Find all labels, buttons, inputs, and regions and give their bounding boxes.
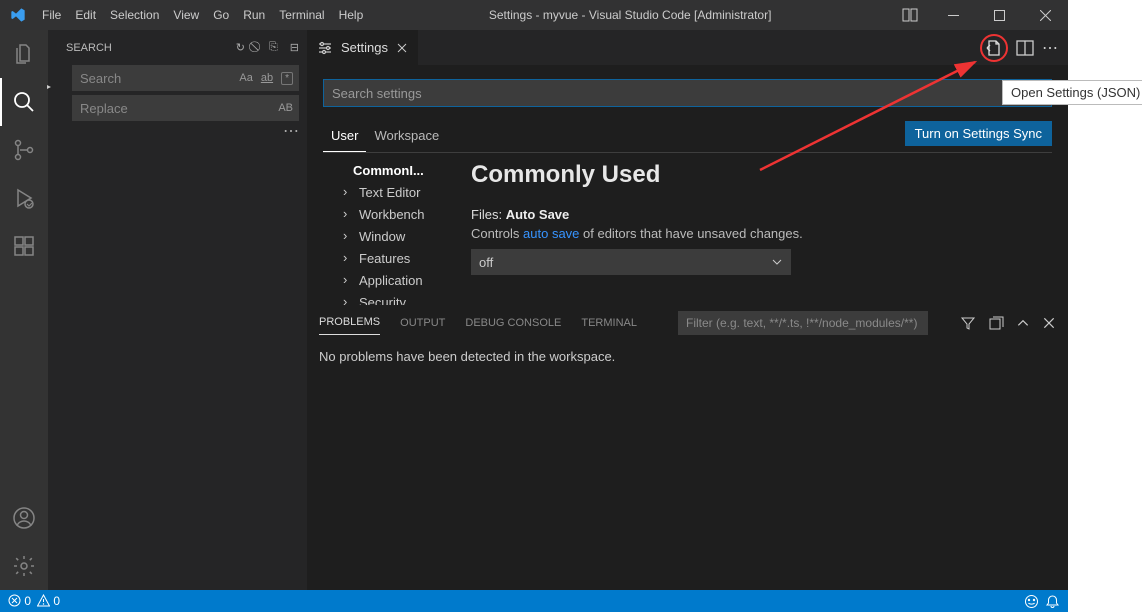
feedback-icon[interactable]	[1024, 594, 1039, 609]
menu-run[interactable]: Run	[236, 0, 272, 30]
settings-gear-icon[interactable]	[0, 542, 48, 590]
menu-terminal[interactable]: Terminal	[272, 0, 331, 30]
chevron-down-icon	[771, 256, 783, 268]
tree-text-editor[interactable]: ›Text Editor	[323, 181, 453, 203]
activity-bar	[0, 30, 48, 590]
collapse-icon[interactable]: ⊟	[290, 41, 299, 54]
match-case-icon[interactable]: Aa	[239, 72, 252, 84]
match-word-icon[interactable]: ab	[261, 72, 273, 84]
more-options-icon[interactable]: ⋯	[283, 121, 299, 141]
menu-go[interactable]: Go	[206, 0, 236, 30]
tree-window[interactable]: ›Window	[323, 225, 453, 247]
editor-area: Settings ⋯ User Workspac	[307, 30, 1068, 590]
search-icon[interactable]	[0, 78, 48, 126]
settings-search-input[interactable]	[324, 80, 1051, 106]
collapse-all-icon[interactable]	[988, 315, 1004, 331]
sidebar-title: SEARCH	[66, 42, 112, 54]
chevron-up-icon[interactable]	[1016, 316, 1030, 330]
replace-input[interactable]	[72, 95, 299, 121]
tree-features[interactable]: ›Features	[323, 247, 453, 269]
split-editor-icon[interactable]	[1016, 39, 1034, 57]
filter-icon[interactable]	[960, 315, 976, 331]
more-actions-icon[interactable]: ⋯	[1042, 38, 1058, 58]
setting-description: Controls auto save of editors that have …	[471, 226, 1052, 241]
sliders-icon	[317, 40, 333, 56]
status-warnings[interactable]: 0	[37, 594, 60, 608]
status-bar: 0 0	[0, 590, 1068, 612]
panel-tab-debug[interactable]: DEBUG CONSOLE	[465, 317, 561, 329]
title-bar: File Edit Selection View Go Run Terminal…	[0, 0, 1068, 30]
auto-save-link[interactable]: auto save	[523, 226, 579, 241]
explorer-icon[interactable]	[0, 30, 48, 78]
settings-heading: Commonly Used	[471, 161, 1052, 189]
tooltip-open-settings-json: Open Settings (JSON)	[1002, 80, 1142, 105]
run-debug-icon[interactable]	[0, 174, 48, 222]
tab-settings[interactable]: Settings	[307, 30, 418, 65]
problems-message: No problems have been detected in the wo…	[307, 339, 1068, 374]
new-file-icon[interactable]: ⎘	[269, 41, 278, 54]
settings-sync-button[interactable]: Turn on Settings Sync	[905, 121, 1052, 146]
open-settings-json-button[interactable]	[980, 34, 1008, 62]
panel-tab-terminal[interactable]: TERMINAL	[581, 317, 637, 329]
menu-help[interactable]: Help	[332, 0, 371, 30]
problems-filter-input[interactable]	[678, 311, 928, 335]
auto-save-dropdown[interactable]: off	[471, 249, 791, 275]
bell-icon[interactable]	[1045, 594, 1060, 609]
tree-application[interactable]: ›Application	[323, 269, 453, 291]
tree-security[interactable]: ›Security	[323, 291, 453, 305]
menu-file[interactable]: File	[35, 0, 68, 30]
extensions-icon[interactable]	[0, 222, 48, 270]
setting-name: Auto Save	[506, 207, 570, 222]
panel-close-icon[interactable]	[1042, 316, 1056, 330]
panel-tab-problems[interactable]: PROBLEMS	[319, 316, 380, 335]
maximize-button[interactable]	[976, 0, 1022, 30]
source-control-icon[interactable]	[0, 126, 48, 174]
file-flip-icon	[985, 39, 1003, 57]
menu-bar: File Edit Selection View Go Run Terminal…	[35, 0, 370, 30]
setting-scope: Files:	[471, 207, 502, 222]
minimize-button[interactable]	[930, 0, 976, 30]
close-button[interactable]	[1022, 0, 1068, 30]
search-sidebar: SEARCH ↻ ⃠ ⎘ ⊟ Aa ab *	[48, 30, 307, 590]
panel-tab-output[interactable]: OUTPUT	[400, 317, 445, 329]
menu-selection[interactable]: Selection	[103, 0, 166, 30]
preserve-case-icon[interactable]: AB	[278, 102, 293, 114]
refresh-icon[interactable]: ↻	[236, 41, 245, 54]
menu-view[interactable]: View	[166, 0, 206, 30]
layout-icon[interactable]	[890, 7, 930, 23]
bottom-panel: PROBLEMS OUTPUT DEBUG CONSOLE TERMINAL N…	[307, 305, 1068, 590]
setting-auto-save: Files: Auto Save Controls auto save of e…	[471, 207, 1052, 275]
menu-edit[interactable]: Edit	[68, 0, 103, 30]
dropdown-value: off	[479, 255, 493, 270]
settings-search[interactable]	[323, 79, 1052, 107]
tab-label: Settings	[341, 40, 388, 55]
vscode-logo-icon	[0, 7, 35, 23]
toggle-replace-icon[interactable]	[42, 81, 58, 93]
scope-user[interactable]: User	[323, 122, 366, 152]
regex-icon[interactable]: *	[281, 72, 293, 85]
window-title: Settings - myvue - Visual Studio Code [A…	[370, 8, 890, 22]
tree-commonly-used[interactable]: CommonI...	[323, 159, 453, 181]
settings-tree: CommonI... ›Text Editor ›Workbench ›Wind…	[323, 153, 453, 305]
scope-workspace[interactable]: Workspace	[366, 122, 447, 151]
close-tab-icon[interactable]	[396, 42, 408, 54]
accounts-icon[interactable]	[0, 494, 48, 542]
status-errors[interactable]: 0	[8, 594, 31, 608]
tree-workbench[interactable]: ›Workbench	[323, 203, 453, 225]
